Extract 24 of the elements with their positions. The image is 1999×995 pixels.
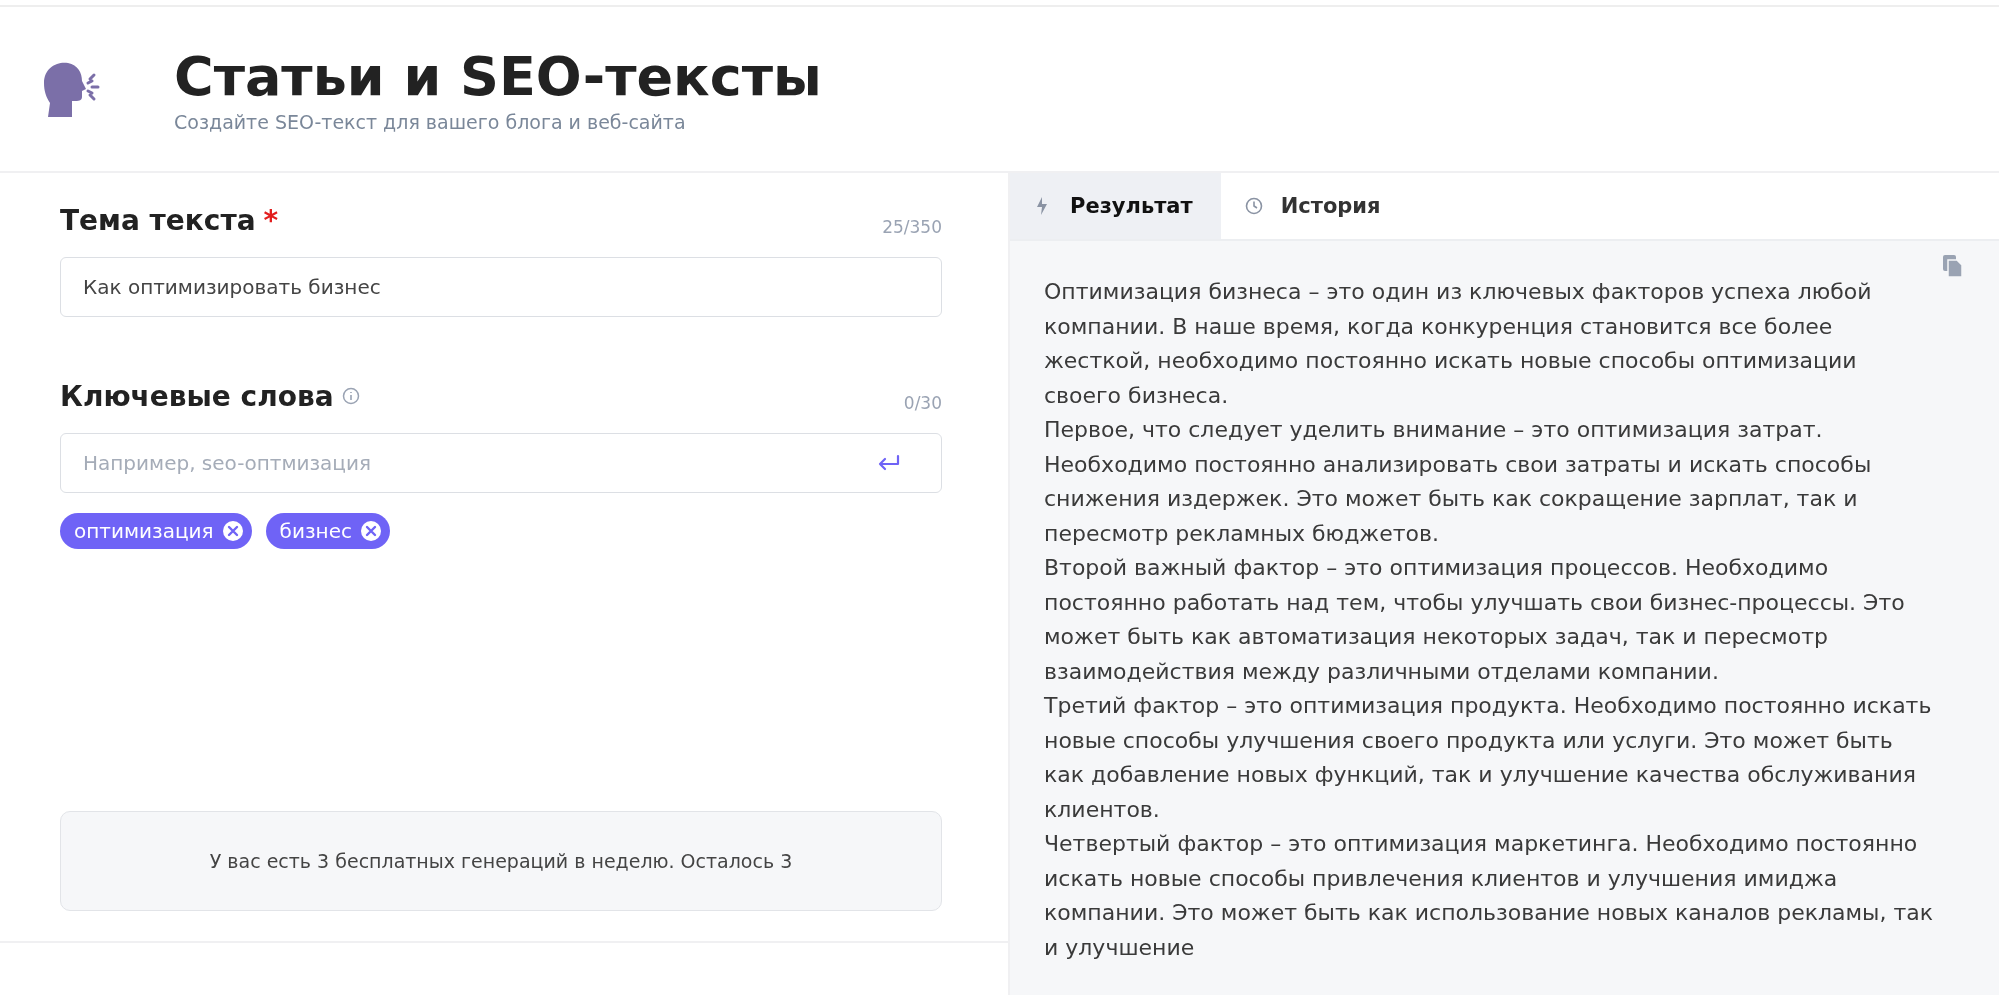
result-paragraph: Четвертый фактор – это оптимизация маркетинга. Необходимо постоянно искать новые способы привлечения клиентов и улучшения имиджа компании. Это может быть как использование новых каналов рекламы, так и улучшение bbox=[1044, 830, 1935, 962]
result-paragraph: Третий фактор – это оптимизация продукта. Необходимо постоянно искать новые способы улучшения своего продукта или услуги. Это может быть как добавление новых функций, так и улучшение качества обслуживания клиентов. bbox=[1044, 692, 1933, 824]
result-paragraph: Оптимизация бизнеса – это один из ключевых факторов успеха любой компании. В наше время, когда конкуренция становится все более жесткой, необходимо постоянно искать новые способы оптимизации своего бизнеса. bbox=[1044, 278, 1873, 410]
tab[interactable]: Результат bbox=[1010, 173, 1221, 239]
remove-icon[interactable] bbox=[359, 520, 382, 542]
page-subtitle: Создайте SEO-текст для вашего блога и веб-сайта bbox=[174, 111, 687, 133]
clock-icon bbox=[1244, 197, 1263, 215]
keywords-input-field[interactable]: Например, seo-оптмизация bbox=[60, 433, 942, 493]
keyword-tag[interactable]: оптимизация bbox=[60, 513, 252, 549]
remove-icon[interactable] bbox=[221, 520, 244, 542]
field-label: Ключевые слова bbox=[60, 379, 334, 413]
result-paragraph: Второй важный фактор – это оптимизация процессов. Необходимо постоянно работать над тем, чтобы улучшать свои бизнес-процессы. Это может быть как автоматизация некоторых задач, так и пересмотр взаимодействия между различными отделами компании. bbox=[1044, 554, 1906, 686]
enter-icon[interactable] bbox=[876, 453, 902, 473]
character-counter: 25/350 bbox=[882, 217, 942, 237]
info-icon[interactable] bbox=[341, 387, 360, 405]
keyword-tag[interactable]: бизнес bbox=[265, 513, 390, 549]
character-counter: 0/30 bbox=[903, 393, 942, 413]
field-label: Тема текста bbox=[60, 203, 256, 237]
page-title: Статьи и SEO-тексты bbox=[174, 45, 822, 109]
required-asterisk: * bbox=[263, 203, 279, 237]
result-paragraph: Первое, что следует уделить внимание – это оптимизация затрат. Необходимо постоянно анализировать свои затраты и искать способы снижения издержек. Это может быть как сокращение зарплат, так и пересмотр рекламных бюджетов. bbox=[1044, 416, 1873, 548]
topic-input-field[interactable]: Как оптимизировать бизнес bbox=[60, 257, 942, 317]
copy-icon[interactable] bbox=[1943, 255, 1963, 277]
generations-notice: У вас есть 3 бесплатных генераций в неделю. Осталось 3 bbox=[60, 811, 942, 911]
